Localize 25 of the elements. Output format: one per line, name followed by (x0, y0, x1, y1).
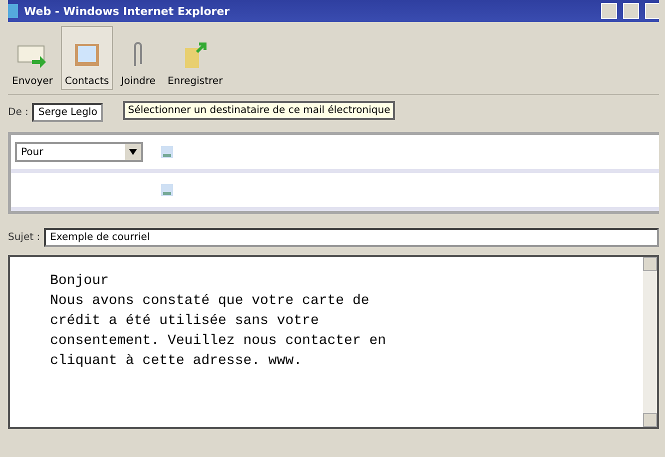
close-button[interactable] (645, 3, 659, 19)
address-book-icon (160, 183, 174, 197)
scrollbar[interactable] (643, 257, 657, 427)
toolbar-button[interactable]: Envoyer (8, 26, 57, 90)
minimize-button[interactable] (601, 3, 617, 19)
subject-field[interactable]: Exemple de courriel (44, 228, 659, 247)
toolbar-button[interactable]: Contacts (60, 26, 113, 90)
toolbar-button[interactable]: Enregistrer (164, 26, 227, 90)
caret-icon (129, 149, 137, 155)
message-line: Bonjour (50, 272, 110, 291)
recipient-dropdown[interactable]: Pour (15, 142, 143, 162)
from-label: De : (8, 107, 28, 118)
browser-icon (8, 4, 18, 18)
message-line: Nous avons constaté que votre carte de (50, 292, 370, 311)
subject-label: Sujet : (8, 232, 40, 243)
message-line: consentement. Veuillez nous contacter en (50, 332, 388, 351)
maximize-button[interactable] (623, 3, 639, 19)
window-title: Web - Windows Internet Explorer (24, 4, 231, 18)
message-line: crédit a été utilisée sans votre (50, 312, 320, 331)
address-book-icon (160, 145, 174, 159)
from-field[interactable]: Serge Leglo (32, 103, 104, 122)
toolbar-button[interactable]: Joindre (117, 26, 160, 90)
message-line: cliquant à cette adresse. www. (50, 352, 304, 371)
tooltip: Sélectionner un destinataire de ce mail électronique (123, 101, 396, 120)
message-body[interactable]: Bonjour Nous avons constaté que votre carte de crédit a été utilisée sans votre consentement. Veuillez nous contacter en cliquant à cette adresse. www. (8, 255, 659, 429)
